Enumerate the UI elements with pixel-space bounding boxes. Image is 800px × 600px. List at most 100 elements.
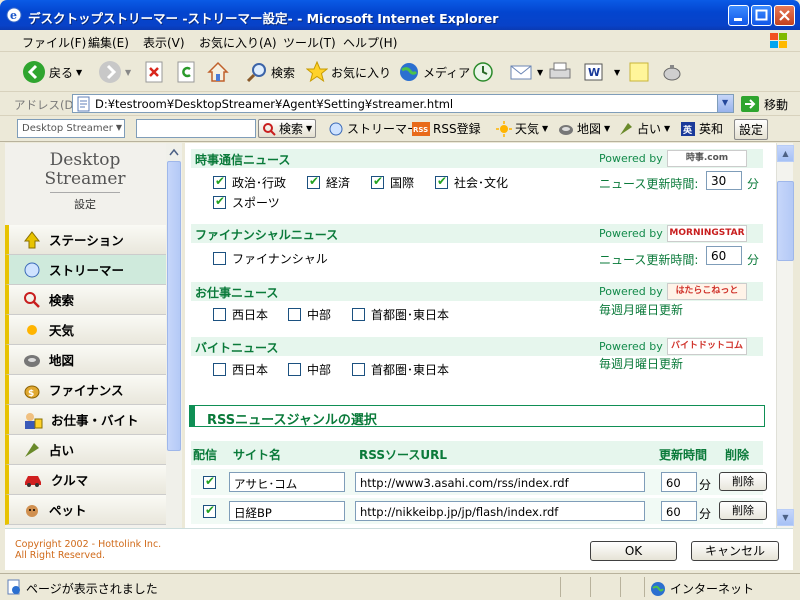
deliver-checkbox[interactable] [203, 503, 216, 518]
toolbar-map[interactable]: 地図 ▼ [558, 120, 610, 137]
checkbox-box[interactable] [213, 363, 226, 376]
checkbox-box[interactable] [307, 174, 320, 189]
job-icon [25, 412, 43, 429]
history-button[interactable] [472, 60, 494, 84]
checkbox-international[interactable]: 国際 [371, 174, 414, 191]
checkbox-society[interactable]: 社会･文化 [435, 174, 508, 191]
close-button[interactable] [774, 5, 795, 26]
sidebar-item-pet[interactable]: ペット [5, 495, 166, 525]
site-name-input[interactable]: アサヒ･コム [229, 472, 345, 492]
checkbox-part-east[interactable]: 首都圏･東日本 [352, 361, 449, 378]
back-button[interactable]: 戻る ▼ [22, 60, 82, 84]
scroll-down-button[interactable]: ▼ [777, 509, 794, 526]
menu-file[interactable]: ファイル(F) [22, 34, 86, 51]
checkbox-box[interactable] [352, 308, 365, 321]
discuss-button[interactable] [628, 60, 650, 84]
messenger-button[interactable] [660, 60, 684, 84]
back-arrow-icon [23, 61, 45, 83]
checkbox-label: スポーツ [232, 196, 280, 210]
row-interval-input[interactable]: 60 [661, 472, 697, 492]
checkbox-box[interactable] [213, 252, 226, 265]
media-globe-icon [400, 63, 418, 81]
chevron-up-icon [169, 148, 179, 156]
checkbox-politics[interactable]: 政治･行政 [213, 174, 286, 191]
toolbar-rss[interactable]: RSS RSS登録 [412, 120, 481, 137]
sidebar-item-jobs[interactable]: お仕事・バイト [5, 405, 166, 435]
sidebar-item-search[interactable]: 検索 [5, 285, 166, 315]
cancel-button[interactable]: キャンセル [691, 541, 779, 561]
sidebar-item-weather[interactable]: 天気 [5, 315, 166, 345]
sidebar-item-car[interactable]: クルマ [5, 465, 166, 495]
home-button[interactable] [207, 60, 229, 84]
toolbar-weather[interactable]: 天気 ▼ [496, 120, 548, 137]
address-dropdown[interactable]: ▼ [717, 95, 733, 112]
delete-button[interactable]: 削除 [719, 472, 767, 491]
checkbox-box[interactable] [213, 308, 226, 321]
toolbar-dictionary[interactable]: 英 英和 [680, 120, 723, 137]
toolbar-search-input[interactable] [136, 119, 256, 138]
menu-favorites[interactable]: お気に入り(A) [199, 34, 277, 51]
menu-view[interactable]: 表示(V) [143, 34, 185, 51]
sidebar-item-station[interactable]: ステーション [5, 225, 166, 255]
maximize-button[interactable] [751, 5, 772, 26]
ok-button[interactable]: OK [590, 541, 677, 561]
sidebar-item-streamer[interactable]: ストリーマー [5, 255, 166, 285]
checkbox-box[interactable] [352, 363, 365, 376]
checkbox-work-east[interactable]: 首都圏･東日本 [352, 306, 449, 323]
scroll-up-button[interactable]: ▲ [777, 145, 794, 162]
section-title: お仕事ニュース [195, 286, 279, 300]
checkbox-box[interactable] [288, 363, 301, 376]
minimize-button[interactable] [728, 5, 749, 26]
favorites-button[interactable]: お気に入り [306, 60, 391, 84]
checkbox-work-chubu[interactable]: 中部 [288, 306, 331, 323]
forward-button[interactable]: ▼ [98, 60, 131, 84]
content-scrollbar[interactable]: ▲ ▼ [776, 143, 794, 528]
checkbox-financial[interactable]: ファイナンシャル [213, 250, 328, 267]
scroll-thumb[interactable] [777, 181, 794, 261]
delete-button[interactable]: 削除 [719, 501, 767, 520]
menu-help[interactable]: ヘルプ(H) [343, 34, 397, 51]
sidebar-scrollbar[interactable] [166, 143, 182, 528]
checkbox-sports[interactable]: スポーツ [213, 194, 280, 211]
rss-table-header: 配信 サイト名 RSSソースURL 更新時間 削除 [191, 441, 763, 465]
checkbox-economy[interactable]: 経済 [307, 174, 350, 191]
status-divider [644, 577, 645, 597]
toolbar-settings-button[interactable]: 設定 [734, 119, 769, 140]
print-button[interactable] [548, 60, 572, 84]
toolbar-fortune[interactable]: 占い ▼ [618, 120, 670, 137]
deliver-checkbox[interactable] [203, 474, 216, 489]
mail-button[interactable]: ▼ [510, 60, 543, 84]
menu-edit[interactable]: 編集(E) [88, 34, 129, 51]
toolbar-search-button[interactable]: 検索 ▼ [258, 119, 317, 138]
checkbox-part-chubu[interactable]: 中部 [288, 361, 331, 378]
checkbox-box[interactable] [213, 174, 226, 189]
row-interval-input[interactable]: 60 [661, 501, 697, 521]
toolbar-streamer[interactable]: ストリーマー [328, 120, 419, 137]
address-input[interactable]: D:¥testroom¥DesktopStreamer¥Agent¥Settin… [72, 94, 734, 113]
sidebar-scroll-thumb[interactable] [167, 161, 181, 451]
jiji-interval-input[interactable]: 30 [706, 171, 742, 190]
checkbox-box[interactable] [371, 174, 384, 189]
section-title: ファイナンシャルニュース [195, 228, 339, 242]
go-button[interactable]: 移動 [740, 95, 788, 113]
refresh-button[interactable] [177, 60, 197, 84]
powered-by: Powered by [599, 285, 663, 298]
site-name-input[interactable]: 日経BP [229, 501, 345, 521]
rss-url-input[interactable]: http://nikkeibp.jp/jp/flash/index.rdf [355, 501, 645, 521]
edit-button[interactable]: W ▼ [583, 60, 620, 84]
menu-tools[interactable]: ツール(T) [283, 34, 336, 51]
sidebar-item-fortune[interactable]: 占い [5, 435, 166, 465]
finance-interval-input[interactable]: 60 [706, 246, 742, 265]
stop-button[interactable] [145, 60, 165, 84]
media-button[interactable]: メディア [398, 60, 470, 84]
toolbar-select[interactable]: Desktop Streamer ▼ [17, 119, 125, 138]
sidebar-item-map[interactable]: 地図 [5, 345, 166, 375]
checkbox-box[interactable] [435, 174, 448, 189]
checkbox-box[interactable] [213, 194, 226, 209]
rss-url-input[interactable]: http://www3.asahi.com/rss/index.rdf [355, 472, 645, 492]
checkbox-part-west[interactable]: 西日本 [213, 361, 268, 378]
checkbox-box[interactable] [288, 308, 301, 321]
sidebar-item-finance[interactable]: $ ファイナンス [5, 375, 166, 405]
search-button[interactable]: 検索 [246, 60, 295, 84]
checkbox-work-west[interactable]: 西日本 [213, 306, 268, 323]
